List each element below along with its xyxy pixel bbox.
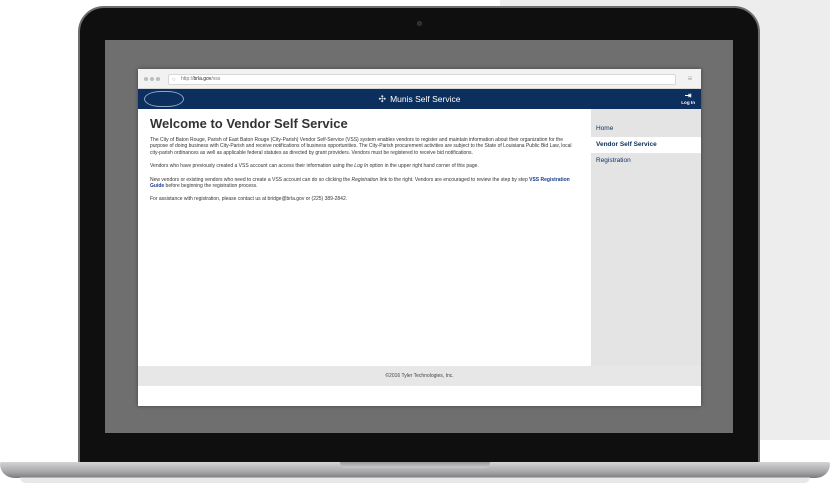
url-prefix: http://	[181, 76, 194, 82]
sidebar-nav: Home Vendor Self Service Registration	[591, 109, 701, 366]
browser-toolbar: ○ http://brla.gov/vss ≡	[138, 69, 701, 89]
login-button[interactable]: ⇥ Log In	[681, 92, 695, 106]
assistance-paragraph: For assistance with registration, please…	[150, 196, 348, 203]
registration-reference: Registration	[351, 176, 379, 183]
app-brand: ✣ Munis Self Service	[138, 89, 701, 109]
window-dot-icon[interactable]	[156, 77, 160, 81]
login-reference: Log In	[354, 163, 369, 170]
page-footer: ©2016 Tyler Technologies, Inc.	[138, 366, 701, 386]
laptop-screen: ○ http://brla.gov/vss ≡ ✣ Munis Self Serv…	[105, 40, 733, 433]
app-title: Munis Self Service	[390, 94, 461, 104]
main-content: Welcome to Vendor Self Service The City …	[138, 109, 591, 366]
laptop-shadow	[20, 477, 810, 483]
url-path: /vss	[211, 76, 221, 82]
address-bar[interactable]: ○ http://brla.gov/vss	[168, 74, 676, 85]
sidebar-item-home[interactable]: Home	[591, 121, 701, 137]
returning-vendors-paragraph: Vendors who have previously created a VS…	[150, 163, 479, 170]
window-dot-icon[interactable]	[150, 77, 154, 81]
url-host: brla.gov	[193, 76, 212, 82]
app-header: ✣ Munis Self Service ⇥ Log In	[138, 89, 701, 109]
login-arrow-icon: ⇥	[684, 91, 692, 100]
window-dot-icon[interactable]	[144, 77, 148, 81]
login-label: Log In	[681, 100, 695, 105]
munis-logo-icon: ✣	[378, 94, 387, 104]
camera-icon	[417, 21, 422, 26]
new-vendors-paragraph: New vendors or existing vendors who need…	[150, 176, 570, 190]
intro-paragraph: The City of Baton Rouge, Parish of East …	[150, 137, 572, 156]
hamburger-menu-icon[interactable]: ≡	[685, 74, 695, 84]
globe-icon: ○	[172, 77, 176, 83]
page-title: Welcome to Vendor Self Service	[150, 116, 348, 131]
sidebar-item-vendor-self-service[interactable]: Vendor Self Service	[591, 137, 701, 153]
browser-window: ○ http://brla.gov/vss ≡ ✣ Munis Self Serv…	[138, 69, 701, 406]
sidebar-item-registration[interactable]: Registration	[591, 153, 701, 169]
laptop-notch	[340, 462, 490, 468]
